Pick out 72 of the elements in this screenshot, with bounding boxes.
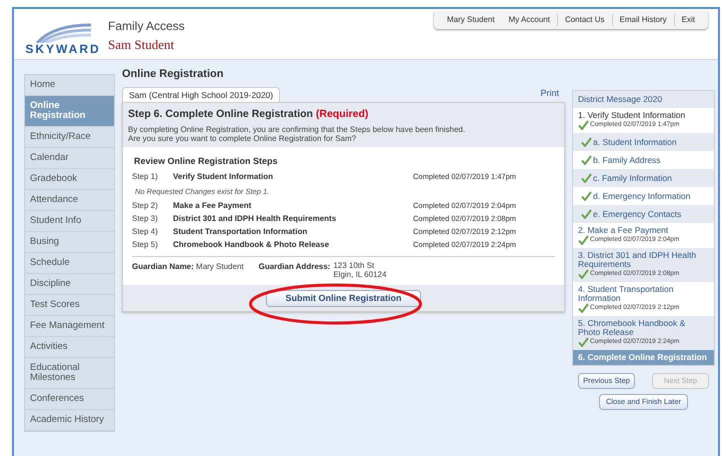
step-name: Verify Student Information — [173, 170, 274, 183]
sidebar-item[interactable]: Test Scores — [25, 295, 114, 316]
review-title: Review Online Registration Steps — [134, 154, 279, 168]
guardian-name: Mary Student — [196, 262, 244, 272]
top-link[interactable]: Email History — [612, 14, 674, 26]
substep-label: a. Student Information — [593, 136, 677, 148]
checkmark-icon — [581, 173, 592, 183]
step-number: Step 2) — [132, 200, 159, 212]
checkmark-icon — [578, 269, 589, 279]
address-line: 123 10th St — [333, 261, 376, 270]
step-title: Step 6. Complete Online Registration (Required) — [128, 107, 370, 122]
step-nav-label: 5. Chromebook Handbook & Photo Release — [578, 319, 686, 337]
sidebar-item[interactable]: Academic History — [25, 410, 114, 431]
step-nav-label: 6. Complete Online Registration — [578, 353, 708, 362]
sidebar-item[interactable]: Student Info — [25, 211, 114, 232]
checkmark-icon — [581, 191, 592, 201]
sidebar-item[interactable]: Busing — [25, 232, 114, 253]
checkmark-icon — [578, 303, 589, 313]
student-name: Sam Student — [108, 36, 176, 54]
checkmark-icon — [581, 209, 592, 219]
step-nav-label: 3. District 301 and IDPH Health Requirements — [578, 251, 698, 269]
top-link[interactable]: My Account — [502, 14, 557, 26]
submit-button[interactable]: Submit Online Registration — [266, 290, 420, 307]
student-tab[interactable]: Sam (Central High School 2019-2020) — [122, 87, 280, 102]
step-nav-label: 4. Student Transportation Information — [578, 285, 674, 303]
step-name: Student Transportation Information — [173, 226, 308, 238]
guardian-name-label: Guardian Name: — [132, 262, 194, 272]
sidebar-item[interactable]: Activities — [25, 337, 114, 358]
guardian-address-label: Guardian Address: — [258, 261, 330, 274]
sidebar-item[interactable]: Discipline — [25, 274, 114, 295]
substep-label: e. Emergency Contacts — [593, 208, 682, 220]
checkmark-icon — [578, 337, 589, 347]
sidebar-item[interactable]: Calendar — [25, 148, 114, 169]
substep-item[interactable]: c. Family Information — [573, 169, 714, 187]
steps-nav-title: District Message 2020 — [573, 91, 714, 108]
step-nav-label: 2. Make a Fee Payment — [578, 226, 670, 235]
checkmark-icon — [578, 235, 589, 245]
logo: SKYWARD — [28, 20, 98, 54]
substep-label: c. Family Information — [593, 172, 672, 184]
checkmark-icon — [581, 155, 592, 165]
step-nav-item[interactable]: 6. Complete Online Registration — [573, 350, 714, 365]
sidebar-item[interactable]: Gradebook — [25, 169, 114, 190]
step-number: Step 3) — [132, 212, 159, 225]
sidebar-item[interactable]: Fee Management — [25, 316, 114, 337]
intro-text: By completing Online Registration, you are confirming that the Steps below have been finished. — [128, 124, 466, 134]
sidebar-item[interactable]: Educational Milestones — [25, 358, 114, 389]
top-link[interactable]: Exit — [674, 14, 702, 26]
substep-item[interactable]: e. Emergency Contacts — [573, 205, 714, 223]
top-link[interactable]: Mary Student — [440, 14, 502, 26]
sidebar-item[interactable]: Schedule — [25, 253, 114, 274]
step-name: Make a Fee Payment — [173, 200, 252, 212]
step-number: Step 1) — [132, 170, 159, 183]
step-nav-label: 1. Verify Student Information — [578, 111, 686, 120]
step-number: Step 4) — [132, 226, 159, 238]
sidebar-item[interactable]: Online Registration — [25, 96, 114, 127]
checkmark-icon — [578, 120, 589, 130]
address-line: Elgin, IL 60124 — [333, 270, 386, 280]
print-link[interactable]: Print — [540, 86, 559, 100]
step-number: Step 5) — [132, 238, 159, 251]
substep-item[interactable]: a. Student Information — [573, 133, 714, 151]
top-link[interactable]: Contact Us — [556, 14, 612, 26]
step-name: District 301 and IDPH Health Requirements — [173, 212, 338, 225]
sidebar-item[interactable]: Conferences — [25, 389, 114, 410]
checkmark-icon — [581, 137, 592, 147]
substep-label: b. Family Address — [593, 154, 661, 166]
page-title: Online Registration — [122, 67, 224, 82]
substep-label: d. Emergency Information — [593, 190, 690, 202]
step-name: Chromebook Handbook & Photo Release — [173, 238, 330, 251]
confirm-question: Are you sure you want to complete Online Registration for Sam? — [128, 134, 356, 143]
sidebar-item[interactable]: Attendance — [25, 190, 114, 211]
sidebar-item[interactable]: Ethnicity/Race — [25, 127, 114, 148]
app-title: Family Access — [108, 18, 185, 35]
